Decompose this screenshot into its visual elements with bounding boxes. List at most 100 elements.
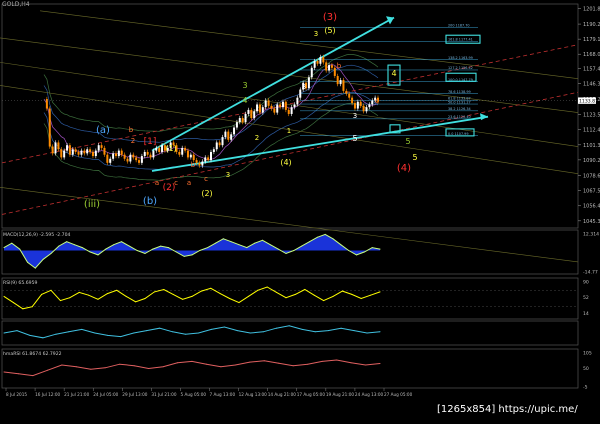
wave-label: (iii) — [84, 199, 100, 210]
candle-body — [109, 158, 112, 163]
macd-point — [293, 250, 295, 251]
macd-point — [238, 244, 240, 246]
x-tick-label: 29 Jul 13:00 — [122, 392, 147, 397]
rsi-point — [153, 291, 155, 293]
adx-point — [353, 330, 355, 332]
candle-body — [330, 65, 333, 68]
candle-body — [270, 105, 273, 109]
candle-body — [210, 151, 212, 161]
stoch-point — [220, 366, 222, 368]
price-tick-label: 1112.40 — [583, 128, 600, 134]
fib-level-label: 38.2 1126.34 — [448, 107, 471, 111]
candle-body — [94, 150, 97, 157]
adx-point — [81, 328, 83, 330]
rsi-point — [323, 300, 325, 302]
stoch-point — [278, 362, 280, 364]
wave-label: c — [174, 179, 178, 187]
stoch-line — [3, 359, 381, 377]
candle-body — [158, 147, 161, 152]
macd-point — [27, 261, 28, 263]
candle-body — [48, 108, 51, 147]
rsi-point — [78, 291, 80, 293]
candle-body — [241, 118, 244, 123]
stoch-point — [61, 364, 63, 366]
stoch-point — [32, 375, 34, 377]
macd-point — [81, 247, 83, 249]
candle-body — [106, 154, 109, 163]
x-tick-label: 24 Jul 05:00 — [93, 392, 118, 397]
macd-point — [316, 236, 318, 238]
candle-body — [276, 104, 279, 113]
fib-level-label: 138.2 1163.99 — [448, 56, 473, 60]
candle-body — [57, 142, 60, 150]
rsi-point — [59, 300, 61, 302]
wave-label: (4) — [397, 163, 411, 174]
candle-body — [250, 109, 253, 119]
candle-body — [83, 150, 86, 154]
macd-point — [19, 248, 21, 250]
candle-body — [112, 153, 115, 159]
candle-body — [63, 150, 66, 158]
adx-point — [301, 328, 303, 330]
macd-point — [11, 242, 13, 244]
wave-label: 4 — [391, 69, 396, 78]
rsi-point — [69, 297, 71, 299]
candle-body — [233, 127, 236, 135]
price-tick-label: 1090.20 — [583, 158, 600, 164]
wave-label: (3) — [323, 12, 337, 23]
rsi-point — [341, 290, 343, 292]
candle-body — [235, 122, 238, 128]
candle-body — [60, 149, 63, 158]
price-tick-label: 1067.50 — [583, 189, 600, 195]
candle-body — [117, 150, 120, 157]
candle-body — [356, 101, 359, 109]
macd-point — [285, 253, 287, 254]
rsi-point — [313, 294, 315, 296]
candle-body — [215, 142, 218, 150]
candle-body — [184, 147, 187, 151]
candle-body — [212, 149, 215, 152]
candle-body — [100, 145, 103, 148]
candle-body — [218, 142, 221, 146]
stoch-point — [234, 364, 236, 366]
stoch-point — [365, 364, 366, 366]
watermark-text: [1265x854] https://upic.me/ — [437, 404, 578, 415]
stoch-point — [191, 360, 193, 362]
macd-histogram-area — [4, 234, 380, 269]
adx-point — [198, 332, 199, 334]
pane-frame-rsi — [1, 277, 579, 320]
candle-body — [181, 147, 184, 155]
macd-point — [301, 245, 303, 247]
macd-point — [356, 254, 357, 256]
adx-point — [185, 333, 186, 335]
rsi-title: RSI(9) 65.6959 — [3, 280, 38, 286]
chart-canvas[interactable]: 1201.80 1190.20 1179.10 1168.00 1157.40 1146.… — [0, 0, 600, 424]
candle-body — [359, 101, 362, 106]
candle-body — [230, 134, 233, 140]
stoch-point — [336, 359, 338, 361]
candle-body — [186, 150, 189, 158]
rsi-point — [238, 302, 240, 304]
macd-point — [136, 250, 138, 251]
rsi-point — [144, 298, 146, 299]
macd-point — [74, 244, 75, 246]
candle-body — [310, 67, 313, 78]
price-tick-label: 1190.20 — [583, 22, 600, 28]
candle-body — [54, 142, 57, 154]
adx-point — [133, 332, 135, 334]
price-tick-label: 1101.30 — [583, 143, 600, 149]
macd-point — [269, 244, 271, 246]
candle-body — [198, 162, 201, 166]
stoch-point — [379, 363, 381, 364]
rsi-point — [351, 293, 353, 295]
macd-point — [42, 258, 44, 260]
stoch-point — [249, 361, 251, 363]
candle-body — [273, 108, 276, 113]
candle-body — [307, 77, 310, 89]
wave-label: 5 — [405, 137, 410, 146]
macd-point — [324, 233, 326, 235]
rsi-point — [294, 293, 296, 295]
fib-level-label: 50.0 1131.27 — [448, 100, 471, 104]
candle-body — [365, 107, 368, 112]
candle-body — [135, 157, 138, 161]
